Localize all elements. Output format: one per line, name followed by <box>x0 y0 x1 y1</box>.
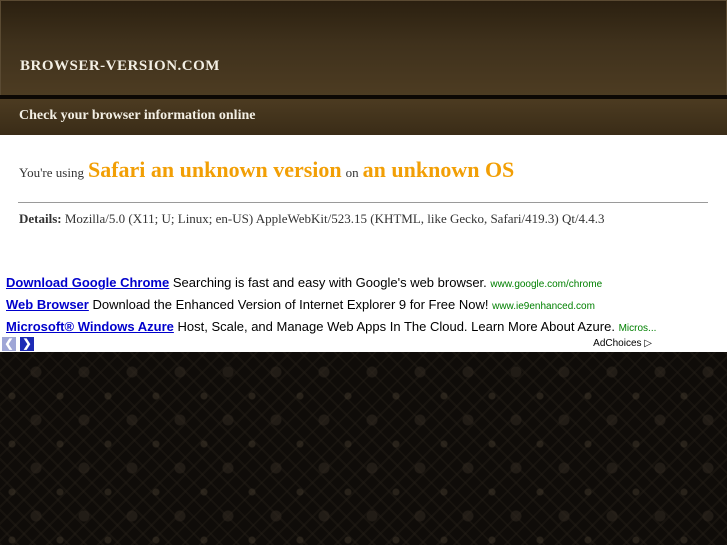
ad-title-link[interactable]: Download Google Chrome <box>6 275 169 290</box>
site-name[interactable]: BROWSER-VERSION.COM <box>20 58 220 75</box>
tagline: Check your browser information online <box>19 108 256 123</box>
ad-text: Host, Scale, and Manage Web Apps In The … <box>177 319 615 334</box>
result-divider <box>18 202 708 203</box>
user-agent-string: Mozilla/5.0 (X11; U; Linux; en-US) Apple… <box>64 211 605 226</box>
result-joiner: on <box>345 165 359 180</box>
chevron-right-icon[interactable]: ❯ <box>20 337 34 351</box>
tagline-bar: Check your browser information online <box>0 99 727 135</box>
adchoices-link[interactable]: AdChoices ▷ <box>593 337 652 351</box>
ad-url[interactable]: Micros... <box>619 323 657 334</box>
play-triangle-icon: ▷ <box>644 338 652 349</box>
browser-result: You're using Safari an unknown version o… <box>19 157 514 183</box>
ad-list: Download Google Chrome Searching is fast… <box>6 273 706 339</box>
ad-item: Download Google Chrome Searching is fast… <box>6 273 706 295</box>
ad-item: Web Browser Download the Enhanced Versio… <box>6 295 706 317</box>
ad-text: Searching is fast and easy with Google's… <box>172 275 487 290</box>
browser-name: Safari an unknown version <box>87 157 342 182</box>
adchoices-label: AdChoices <box>593 338 642 349</box>
details-line: Details: Mozilla/5.0 (X11; U; Linux; en-… <box>19 211 605 227</box>
ad-url[interactable]: www.google.com/chrome <box>490 279 602 290</box>
main-content: You're using Safari an unknown version o… <box>0 135 727 352</box>
ad-item: Microsoft® Windows Azure Host, Scale, an… <box>6 317 706 339</box>
ad-title-link[interactable]: Web Browser <box>6 297 89 312</box>
site-header: BROWSER-VERSION.COM <box>0 0 727 96</box>
ad-title-link[interactable]: Microsoft® Windows Azure <box>6 319 174 334</box>
chevron-left-icon[interactable]: ❮ <box>2 337 16 351</box>
os-name: an unknown OS <box>362 157 515 182</box>
ad-text: Download the Enhanced Version of Interne… <box>92 297 489 312</box>
ad-navigation: ❮ ❯ AdChoices ▷ <box>2 337 652 351</box>
result-prefix: You're using <box>19 165 84 180</box>
details-label: Details: <box>19 211 62 226</box>
ad-url[interactable]: www.ie9enhanced.com <box>492 301 595 312</box>
